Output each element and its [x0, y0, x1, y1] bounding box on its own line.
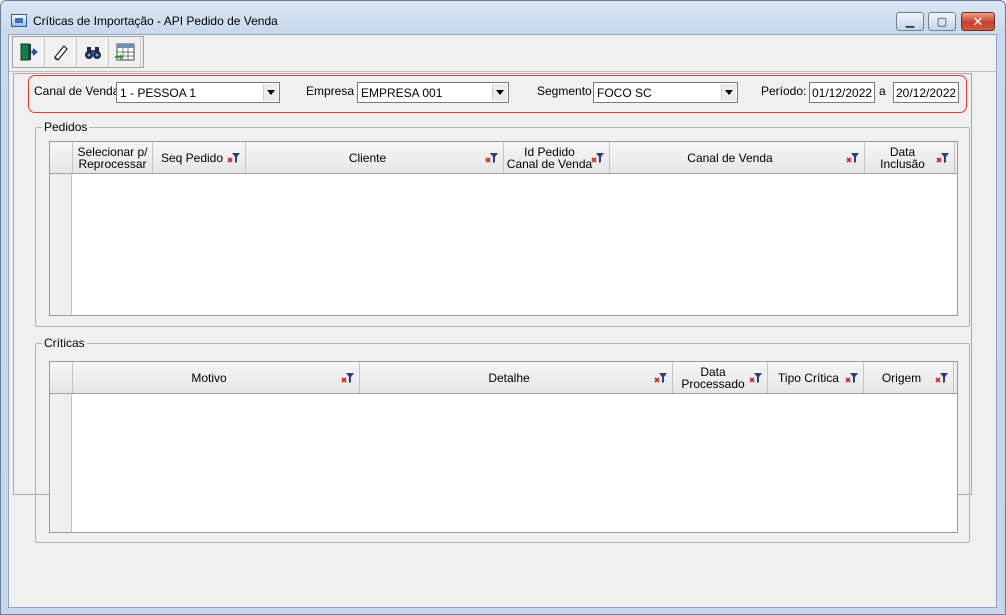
- pedidos-column-header[interactable]: Id Pedido Canal de Venda: [504, 142, 610, 173]
- column-filter-icon[interactable]: [341, 372, 355, 384]
- column-filter-icon[interactable]: [485, 152, 499, 164]
- pedidos-grid[interactable]: Selecionar p/ Reprocessar Seq Pedido Clien…: [49, 141, 958, 316]
- column-filter-icon[interactable]: [935, 372, 949, 384]
- periodo-from-input[interactable]: 01/12/2022: [809, 82, 875, 103]
- pedidos-column-header[interactable]: Seq Pedido: [153, 142, 246, 173]
- column-filter-icon[interactable]: [227, 152, 241, 164]
- column-filter-icon[interactable]: [749, 372, 763, 384]
- empresa-value: EMPRESA 001: [361, 86, 443, 100]
- criticas-column-header[interactable]: Data Processado: [673, 362, 768, 393]
- window-title: Críticas de Importação - API Pedido de V…: [33, 14, 278, 28]
- clear-button[interactable]: [45, 37, 77, 67]
- periodo-label: Período:: [761, 84, 807, 98]
- chevron-down-icon[interactable]: [263, 84, 278, 101]
- canal-value: 1 - PESSOA 1: [120, 86, 197, 100]
- close-icon: ✕: [972, 13, 984, 29]
- criticas-column-header[interactable]: Origem: [864, 362, 954, 393]
- pedidos-column-header[interactable]: Data Inclusão: [865, 142, 955, 173]
- toolbar: [12, 36, 144, 68]
- pedidos-column-label: Data Inclusão: [880, 144, 925, 171]
- exit-door-icon: [20, 43, 38, 61]
- maximize-icon: ▢: [936, 16, 948, 28]
- binoculars-icon: [84, 47, 101, 59]
- pedidos-grid-header: Selecionar p/ Reprocessar Seq Pedido Clien…: [50, 142, 957, 174]
- criticas-column-label: Origem: [881, 370, 922, 385]
- criticas-column-label: Motivo: [191, 370, 227, 385]
- column-filter-icon[interactable]: [846, 152, 860, 164]
- periodo-separator: a: [879, 84, 886, 98]
- criticas-column-header[interactable]: Tipo Crítica: [768, 362, 864, 393]
- app-window-icon: [11, 14, 27, 27]
- pedidos-column-header[interactable]: Selecionar p/ Reprocessar: [73, 142, 153, 173]
- pedidos-column-label: Cliente: [348, 150, 387, 165]
- title-bar[interactable]: Críticas de Importação - API Pedido de V…: [1, 1, 1005, 33]
- toolbar-separator: [9, 71, 998, 72]
- exit-button[interactable]: [13, 37, 45, 67]
- criticas-column-header[interactable]: Motivo: [73, 362, 360, 393]
- pedidos-group: Pedidos Selecionar p/ Reprocessar Seq Ped…: [35, 120, 970, 327]
- criticas-group: Críticas Motivo Detalhe Data Processado Tip…: [35, 336, 970, 543]
- column-filter-icon[interactable]: [654, 372, 668, 384]
- column-filter-icon[interactable]: [591, 152, 605, 164]
- search-button[interactable]: [77, 37, 109, 67]
- canal-select[interactable]: 1 - PESSOA 1: [116, 82, 280, 103]
- header-corner: [50, 362, 73, 393]
- eraser-icon: [53, 45, 68, 61]
- column-filter-icon[interactable]: [936, 152, 950, 164]
- pedidos-column-header[interactable]: Cliente: [246, 142, 504, 173]
- periodo-to-input[interactable]: 20/12/2022: [893, 82, 959, 103]
- export-button[interactable]: [109, 37, 141, 67]
- criticas-grid[interactable]: Motivo Detalhe Data Processado Tipo Crítica…: [49, 361, 958, 533]
- pedidos-title: Pedidos: [42, 120, 90, 134]
- pedidos-column-label: Seq Pedido: [160, 150, 224, 165]
- minimize-button[interactable]: ▁: [896, 12, 924, 31]
- column-filter-icon[interactable]: [845, 372, 859, 384]
- empresa-select[interactable]: EMPRESA 001: [357, 82, 509, 103]
- chevron-down-icon[interactable]: [492, 84, 507, 101]
- criticas-title: Críticas: [42, 336, 87, 350]
- maximize-button[interactable]: ▢: [928, 12, 956, 31]
- criticas-grid-header: Motivo Detalhe Data Processado Tipo Crítica…: [50, 362, 957, 394]
- criticas-column-label: Data Processado: [681, 364, 745, 391]
- pedidos-column-header[interactable]: Canal de Venda: [610, 142, 865, 173]
- criticas-column-label: Detalhe: [488, 370, 530, 385]
- criticas-column-header[interactable]: Detalhe: [360, 362, 673, 393]
- segmento-select[interactable]: FOCO SC: [593, 82, 738, 103]
- canal-label: Canal de Venda: [34, 84, 120, 98]
- spreadsheet-export-icon: [114, 43, 134, 61]
- pedidos-column-label: Id Pedido Canal de Venda: [506, 144, 593, 171]
- close-button[interactable]: ✕: [961, 12, 995, 31]
- client-area: Canal de Venda 1 - PESSOA 1 Empresa EMPR…: [8, 34, 998, 608]
- segmento-label: Segmento: [537, 84, 592, 98]
- segmento-value: FOCO SC: [597, 86, 652, 100]
- pedidos-column-label: Selecionar p/ Reprocessar: [77, 144, 148, 171]
- header-corner: [50, 142, 73, 173]
- pedidos-column-label: Canal de Venda: [687, 150, 773, 165]
- minimize-icon: ▁: [905, 16, 915, 28]
- app-window: Críticas de Importação - API Pedido de V…: [0, 0, 1006, 615]
- criticas-column-label: Tipo Crítica: [778, 370, 839, 385]
- empresa-label: Empresa: [306, 84, 355, 98]
- chevron-down-icon[interactable]: [721, 84, 736, 101]
